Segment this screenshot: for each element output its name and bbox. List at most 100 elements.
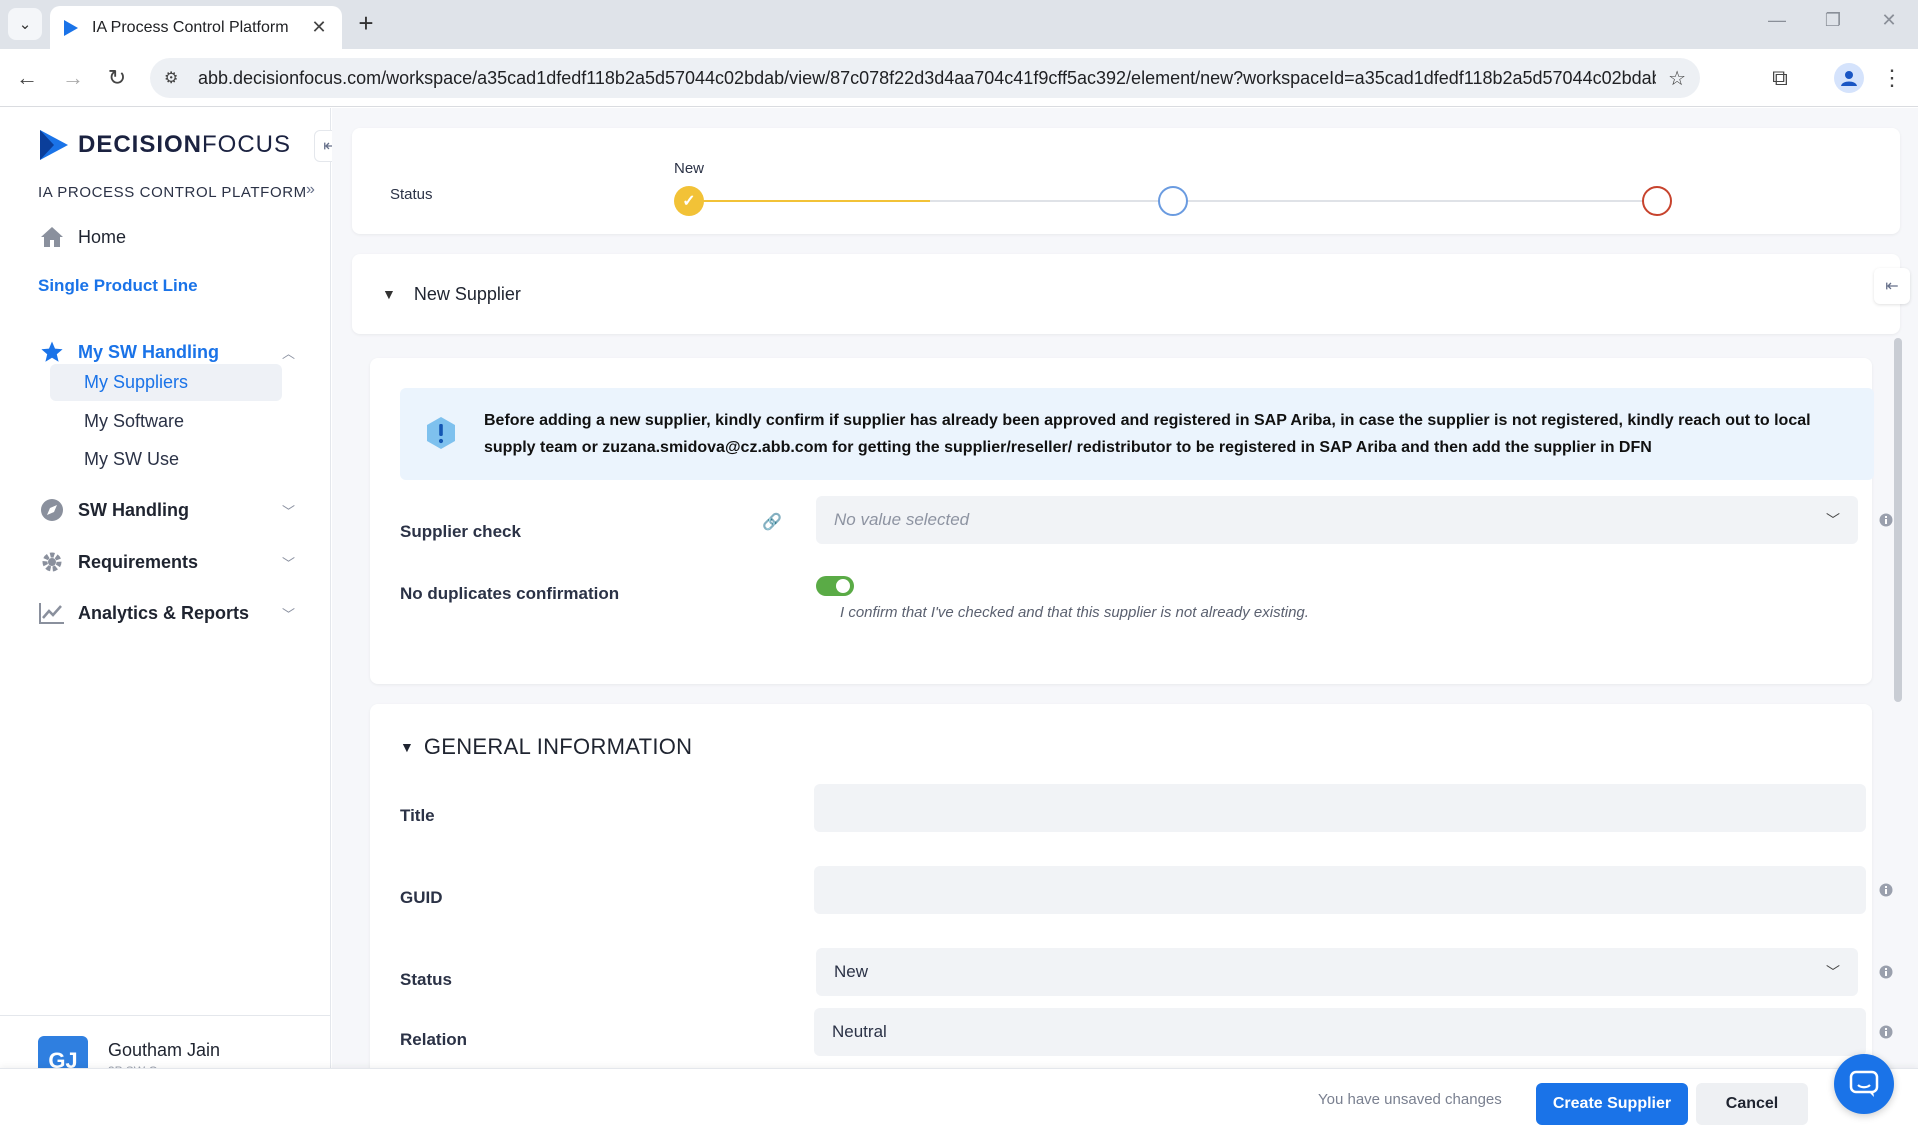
sidebar-item-home[interactable]: Home (38, 226, 126, 248)
exclamation-icon (427, 417, 455, 449)
step-final[interactable] (1642, 186, 1672, 216)
restore-icon[interactable]: ❐ (1818, 10, 1848, 31)
chat-support-button[interactable] (1834, 1054, 1894, 1114)
info-icon[interactable] (1878, 882, 1894, 898)
decisionfocus-favicon-icon (62, 19, 80, 37)
sidebar-item-label: Requirements (78, 551, 199, 572)
forward-icon[interactable]: → (58, 63, 88, 93)
title-label: Title (400, 806, 435, 825)
general-information-header[interactable]: ▼ GENERAL INFORMATION (400, 734, 692, 760)
chevron-down-icon[interactable]: ﹀ (282, 604, 295, 623)
current-step-label: New (674, 160, 705, 177)
browser-toolbar: ← → ↻ ⚙ abb.decisionfocus.com/workspace/… (0, 49, 1918, 107)
supplier-check-placeholder: No value selected (834, 510, 970, 529)
relation-label: Relation (400, 1030, 468, 1049)
chevron-down-icon: ﹀ (1826, 964, 1840, 980)
chat-icon (1849, 1070, 1879, 1097)
main-scrollbar[interactable] (1894, 338, 1902, 702)
status-field-label: Status (400, 970, 452, 989)
platform-name: IA PROCESS CONTROL PLATFORM (38, 184, 307, 201)
new-tab-button[interactable]: + (352, 10, 380, 38)
chevron-down-icon[interactable]: ▼ (400, 739, 414, 755)
no-duplicates-text: I confirm that I've checked and that thi… (840, 604, 1309, 621)
sidebar-item-requirements[interactable]: Requirements ﹀ (38, 550, 295, 574)
form-header-title: New Supplier (413, 283, 521, 304)
sidebar-item-sw-handling[interactable]: SW Handling ﹀ (38, 498, 295, 522)
minimize-icon[interactable]: — (1762, 10, 1792, 31)
info-icon[interactable] (1878, 1024, 1894, 1040)
info-icon[interactable] (1878, 964, 1894, 980)
main-content: Status New ✓ ▼ New Supplier ⇤ Before add… (332, 108, 1918, 1068)
chevron-down-icon[interactable]: ﹀ (282, 501, 295, 520)
sidebar-item-my-software[interactable]: My Software (50, 403, 282, 440)
reload-icon[interactable]: ↻ (102, 63, 132, 93)
extensions-icon[interactable]: ⧉ (1766, 65, 1794, 91)
close-tab-icon[interactable]: ✕ (308, 17, 330, 38)
gear-icon (38, 550, 66, 574)
no-duplicates-toggle[interactable] (816, 576, 854, 596)
status-track-right (1187, 200, 1657, 202)
toggle-right-panel-button[interactable]: ⇤ (1874, 268, 1910, 304)
info-banner: Before adding a new supplier, kindly con… (400, 388, 1874, 480)
logo-text: DECISIONFOCUS (78, 131, 292, 158)
unsaved-changes-text: You have unsaved changes (1318, 1091, 1502, 1108)
chevron-down-icon: ﹀ (1826, 512, 1840, 528)
sidebar-item-my-sw-handling[interactable]: My SW Handling ︿ (38, 340, 295, 364)
info-icon[interactable] (1878, 512, 1894, 528)
browser-menu-icon[interactable]: ⋮ (1878, 65, 1906, 91)
link-icon[interactable]: 🔗 (762, 512, 782, 532)
compass-icon (38, 498, 66, 522)
home-icon (38, 226, 66, 248)
user-name: Goutham Jain (108, 1040, 221, 1060)
decisionfocus-logo[interactable]: DECISIONFOCUS (38, 128, 291, 162)
back-icon[interactable]: ← (12, 63, 42, 93)
sidebar-item-my-sw-use[interactable]: My SW Use (50, 441, 282, 478)
profile-avatar-icon[interactable] (1834, 63, 1864, 93)
address-bar[interactable]: ⚙ abb.decisionfocus.com/workspace/a35cad… (150, 58, 1700, 98)
sidebar-item-my-suppliers[interactable]: My Suppliers (50, 364, 282, 401)
info-banner-text: Before adding a new supplier, kindly con… (484, 412, 1811, 456)
title-input[interactable] (814, 784, 1866, 832)
single-product-line-link[interactable]: Single Product Line (38, 276, 198, 296)
section-title: GENERAL INFORMATION (423, 734, 693, 759)
url-text: abb.decisionfocus.com/workspace/a35cad1d… (198, 67, 1657, 88)
supplier-check-card: Before adding a new supplier, kindly con… (370, 358, 1893, 684)
status-select[interactable]: New ﹀ (816, 948, 1858, 996)
chevron-down-icon[interactable]: ﹀ (282, 553, 295, 572)
sidebar-item-analytics[interactable]: Analytics & Reports ﹀ (38, 602, 295, 624)
expand-platforms-icon[interactable]: » (306, 181, 315, 199)
chevron-up-icon[interactable]: ︿ (282, 343, 295, 362)
bookmark-star-icon[interactable]: ☆ (1668, 66, 1686, 91)
form-footer: You have unsaved changes Create Supplier… (0, 1068, 1918, 1132)
no-duplicates-label: No duplicates confirmation (400, 584, 620, 603)
chart-line-icon (38, 602, 66, 624)
logo-mark-icon (40, 130, 68, 160)
sidebar-item-label: Home (78, 226, 127, 247)
status-label: Status (390, 186, 433, 203)
toggle-knob (836, 579, 850, 593)
site-info-icon[interactable]: ⚙ (164, 68, 184, 88)
status-select-value: New (834, 962, 869, 981)
cancel-button[interactable]: Cancel (1696, 1083, 1808, 1125)
supplier-check-select[interactable]: No value selected ﹀ (816, 496, 1858, 544)
new-supplier-header[interactable]: ▼ New Supplier (352, 254, 1900, 334)
status-stepper-card: Status New ✓ (352, 128, 1900, 234)
supplier-check-label: Supplier check (400, 522, 521, 541)
sidebar-item-label: My SW Handling (78, 341, 219, 362)
browser-tab[interactable]: IA Process Control Platform ✕ (50, 6, 342, 49)
create-supplier-button[interactable]: Create Supplier (1536, 1083, 1688, 1125)
sidebar-item-label: SW Handling (78, 499, 189, 520)
guid-input[interactable] (814, 866, 1866, 914)
close-window-icon[interactable]: ✕ (1874, 10, 1904, 31)
app-sidebar: DECISIONFOCUS ⇤ IA PROCESS CONTROL PLATF… (0, 108, 346, 1132)
tab-search-button[interactable]: ⌄ (8, 8, 42, 40)
browser-tab-bar: ⌄ IA Process Control Platform ✕ + — ❐ ✕ (0, 0, 1918, 49)
general-information-card: ▼ GENERAL INFORMATION Title GUID Status … (370, 704, 1893, 1068)
sidebar-item-label: Analytics & Reports (78, 602, 250, 623)
star-icon (38, 340, 66, 364)
relation-field[interactable]: Neutral (814, 1008, 1866, 1056)
chevron-down-icon[interactable]: ▼ (382, 286, 396, 302)
step-new-done[interactable]: ✓ (674, 186, 704, 216)
guid-label: GUID (400, 888, 443, 907)
step-intermediate[interactable] (1158, 186, 1188, 216)
